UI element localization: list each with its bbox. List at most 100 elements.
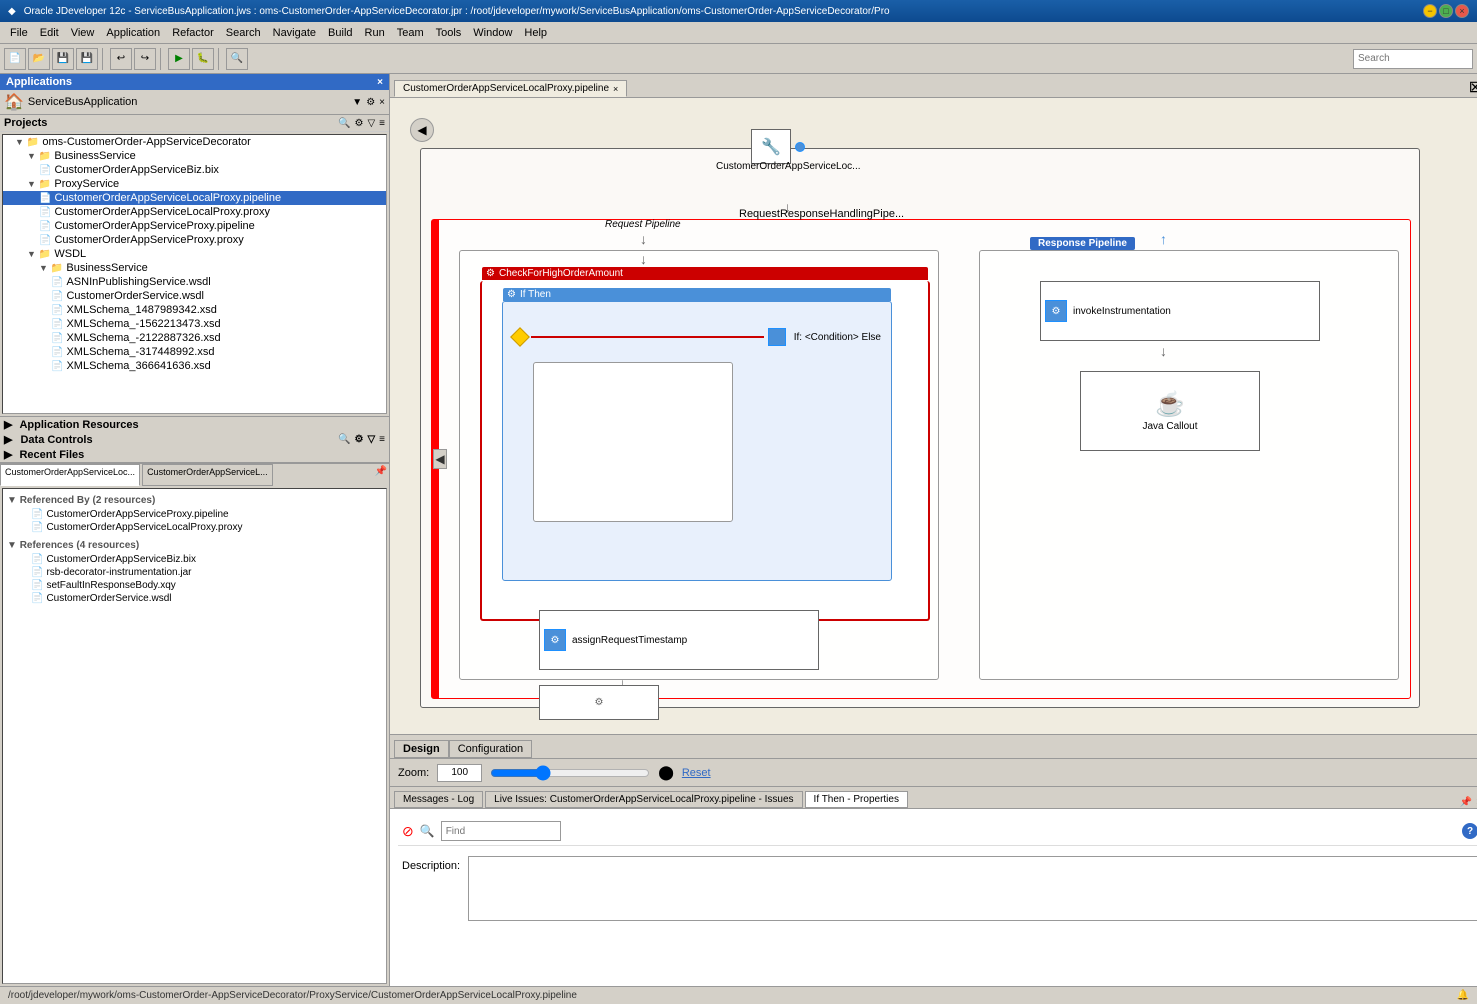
menu-navigate[interactable]: Navigate	[267, 25, 322, 41]
search-projects-icon[interactable]: 🔍	[338, 118, 350, 129]
configuration-tab[interactable]: Configuration	[449, 740, 532, 758]
menu-edit[interactable]: Edit	[34, 25, 65, 41]
msg-tab-issues[interactable]: Live Issues: CustomerOrderAppServiceLoca…	[485, 791, 802, 808]
config-projects-icon[interactable]: ⚙	[354, 118, 363, 129]
help-icon[interactable]: ?	[1462, 823, 1477, 839]
data-controls-section[interactable]: ▶Data Controls 🔍 ⚙ ▽ ≡	[0, 432, 389, 447]
debug-button[interactable]: 🐛	[192, 48, 214, 70]
dc-config-icon[interactable]: ⚙	[354, 434, 363, 445]
java-callout-icon: ☕	[1155, 390, 1185, 419]
dc-filter-icon[interactable]: ▽	[367, 434, 375, 445]
refs-item-2[interactable]: 📄 rsb-decorator-instrumentation.jar	[7, 566, 382, 579]
app-settings-icon[interactable]: ⚙	[366, 97, 375, 108]
menu-refactor[interactable]: Refactor	[166, 25, 220, 41]
zoom-input[interactable]	[437, 764, 482, 782]
tree-item-xsd1[interactable]: 📄 XMLSchema_1487989342.xsd	[3, 303, 386, 317]
canvas[interactable]: ◀ 🔧 CustomerOrderAppServiceLoc... ↓ Requ…	[390, 98, 1477, 734]
new-button[interactable]: 📄	[4, 48, 26, 70]
refs-item-1[interactable]: 📄 CustomerOrderAppServiceBiz.bix	[7, 553, 382, 566]
tree-item-proxy-pipeline[interactable]: 📄 CustomerOrderAppServiceProxy.pipeline	[3, 219, 386, 233]
tree-item-localproxy-pipeline[interactable]: 📄 CustomerOrderAppServiceLocalProxy.pipe…	[3, 191, 386, 205]
tree-item-project[interactable]: ▼ 📁 oms-CustomerOrder-AppServiceDecorato…	[3, 135, 386, 149]
menu-help[interactable]: Help	[518, 25, 553, 41]
back-button[interactable]: ◀	[410, 118, 434, 142]
find-input[interactable]	[441, 821, 561, 841]
refs-item-4[interactable]: 📄 CustomerOrderService.wsdl	[7, 592, 382, 605]
bottom-placeholder-box[interactable]: ⚙	[539, 685, 659, 720]
design-tab[interactable]: Design	[394, 740, 449, 758]
refs-item-3[interactable]: 📄 setFaultInResponseBody.xqy	[7, 579, 382, 592]
invoke-box[interactable]: ⚙ invokeInstrumentation	[1040, 281, 1320, 341]
apps-panel-close[interactable]: ×	[377, 77, 383, 88]
app-dropdown-icon[interactable]: ▼	[352, 97, 362, 108]
menu-file[interactable]: File	[4, 25, 34, 41]
menu-application[interactable]: Application	[100, 25, 166, 41]
center-wrapper: CustomerOrderAppServiceLocalProxy.pipeli…	[390, 74, 1477, 986]
dc-search-icon[interactable]: 🔍	[338, 434, 350, 445]
tree-item-biz[interactable]: 📄 CustomerOrderAppServiceBiz.bix	[3, 163, 386, 177]
maximize-button[interactable]: □	[1439, 4, 1453, 18]
close-button[interactable]: ×	[1455, 4, 1469, 18]
tree-item-coswsdl[interactable]: 📄 CustomerOrderService.wsdl	[3, 289, 386, 303]
tree-item-xsd4[interactable]: 📄 XMLSchema_-317448992.xsd	[3, 345, 386, 359]
response-pipeline-label[interactable]: Response Pipeline	[1030, 237, 1135, 250]
refby-item-2[interactable]: 📄 CustomerOrderAppServiceLocalProxy.prox…	[7, 521, 382, 534]
menu-tools[interactable]: Tools	[430, 25, 468, 41]
tree-item-wsdl[interactable]: ▼ 📁 WSDL	[3, 247, 386, 261]
recent-files-section[interactable]: ▶Recent Files	[0, 447, 389, 462]
find-icon[interactable]: 🔍	[420, 824, 435, 838]
minimize-button[interactable]: −	[1423, 4, 1437, 18]
menu-view[interactable]: View	[65, 25, 101, 41]
maximize-canvas-icon[interactable]: ⊠	[1465, 77, 1477, 97]
app-close-icon[interactable]: ×	[379, 97, 385, 108]
bottom-tab-2[interactable]: CustomerOrderAppServiceL...	[142, 464, 273, 486]
msg-pin-icon[interactable]: 📌	[1460, 797, 1472, 808]
service-label: CustomerOrderAppServiceLoc...	[716, 161, 861, 172]
java-callout-box[interactable]: ☕ Java Callout	[1080, 371, 1260, 451]
toolbar-search-input[interactable]	[1353, 49, 1473, 69]
undo-button[interactable]: ↩	[110, 48, 132, 70]
refby-item-1[interactable]: 📄 CustomerOrderAppServiceProxy.pipeline	[7, 508, 382, 521]
menu-build[interactable]: Build	[322, 25, 358, 41]
msg-tab-log[interactable]: Messages - Log	[394, 791, 483, 808]
open-button[interactable]: 📂	[28, 48, 50, 70]
run-button[interactable]: ▶	[168, 48, 190, 70]
app-resources-section[interactable]: ▶Application Resources	[0, 417, 389, 432]
menu-search[interactable]: Search	[220, 25, 267, 41]
status-bar: /root/jdeveloper/mywork/oms-CustomerOrde…	[0, 986, 1477, 1004]
msg-tab-properties[interactable]: If Then - Properties	[805, 791, 908, 808]
save-button[interactable]: 💾	[52, 48, 74, 70]
bottom-tab-1[interactable]: CustomerOrderAppServiceLoc...	[0, 464, 140, 486]
menu-run[interactable]: Run	[359, 25, 391, 41]
tree-item-proxy[interactable]: 📄 CustomerOrderAppServiceProxy.proxy	[3, 233, 386, 247]
redo-button[interactable]: ↪	[134, 48, 156, 70]
tree-item-proxyservice[interactable]: ▼ 📁 ProxyService	[3, 177, 386, 191]
ifthen-box: ⚙ If Then If: <Condition> Else	[502, 301, 892, 581]
tree-item-asnwsdl[interactable]: 📄 ASNInPublishingService.wsdl	[3, 275, 386, 289]
tree-item-xsd5[interactable]: 📄 XMLSchema_366641636.xsd	[3, 359, 386, 373]
tree-item-xsd2[interactable]: 📄 XMLSchema_-1562213473.xsd	[3, 317, 386, 331]
assign-box[interactable]: ⚙ assignRequestTimestamp	[539, 610, 819, 670]
description-input[interactable]	[468, 856, 1477, 921]
stop-icon[interactable]: ⊘	[402, 823, 414, 840]
tree-item-bsvc-folder[interactable]: ▼ 📁 BusinessService	[3, 261, 386, 275]
invoke-label: invokeInstrumentation	[1073, 306, 1171, 317]
zoom-slider[interactable]	[490, 765, 650, 781]
menu-team[interactable]: Team	[391, 25, 430, 41]
canvas-tab-close[interactable]: ×	[613, 84, 618, 94]
collapse-projects-icon[interactable]: ≡	[379, 118, 385, 129]
menu-window[interactable]: Window	[467, 25, 518, 41]
filter-projects-icon[interactable]: ▽	[367, 118, 375, 129]
search-button[interactable]: 🔍	[226, 48, 248, 70]
tree-item-xsd3[interactable]: 📄 XMLSchema_-2122887326.xsd	[3, 331, 386, 345]
canvas-tab[interactable]: CustomerOrderAppServiceLocalProxy.pipeli…	[394, 80, 627, 97]
msg-content: ⊘ 🔍 ? Description:	[390, 809, 1477, 986]
refby-label: Referenced By (2 resources)	[20, 495, 156, 506]
reset-label[interactable]: Reset	[682, 767, 711, 779]
tree-item-businessservice[interactable]: ▼ 📁 BusinessService	[3, 149, 386, 163]
expand-left-icon[interactable]: ◀	[433, 449, 447, 469]
dc-collapse-icon[interactable]: ≡	[379, 434, 385, 445]
panel-pin-icon[interactable]: 📌	[373, 464, 389, 486]
tree-item-localproxy[interactable]: 📄 CustomerOrderAppServiceLocalProxy.prox…	[3, 205, 386, 219]
save-all-button[interactable]: 💾	[76, 48, 98, 70]
